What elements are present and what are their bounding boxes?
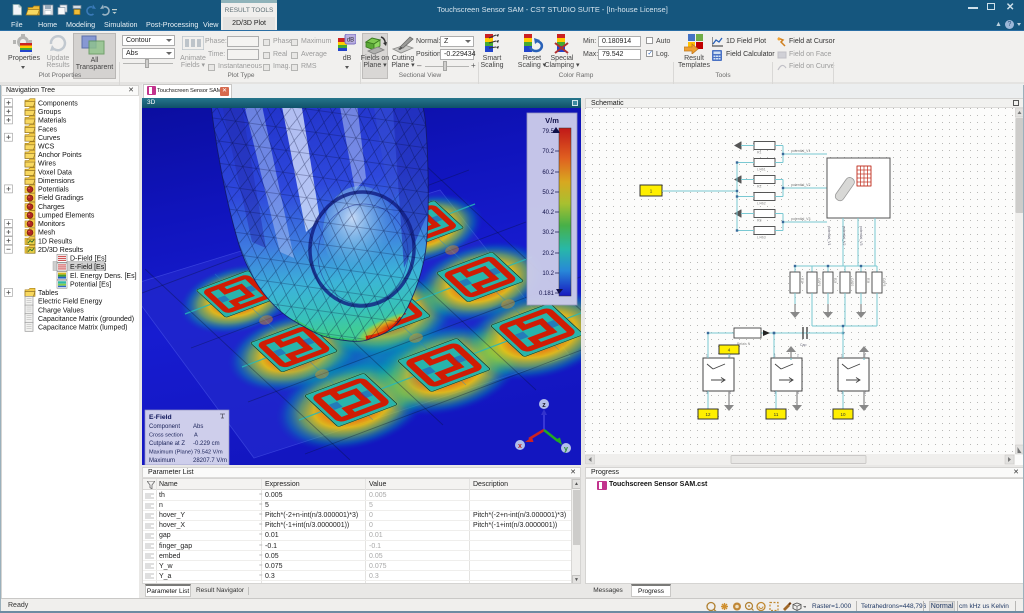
svg-text:potential_V1: potential_V1 [791, 149, 811, 153]
svg-text:R3f: R3f [866, 278, 870, 283]
svg-text:R2f: R2f [833, 278, 837, 283]
svg-text:Cap: Cap [800, 343, 806, 347]
svg-text:40.2: 40.2 [542, 210, 554, 216]
svg-text:R1f: R1f [800, 278, 804, 283]
svg-text:y: y [564, 446, 568, 453]
svg-text:E-Field [Es]: E-Field [Es] [70, 264, 106, 271]
svg-text:Potential [Es]: Potential [Es] [70, 281, 111, 288]
svg-text:10.2: 10.2 [542, 271, 554, 277]
svg-text:V/m: V/m [545, 116, 559, 125]
svg-text:L/4b2: L/4b2 [757, 202, 766, 206]
svg-text:R1: R1 [757, 151, 762, 155]
svg-text:Voxel Data: Voxel Data [38, 169, 72, 176]
svg-text:potential_V3: potential_V3 [859, 226, 863, 246]
svg-text:Component: Component [149, 424, 180, 430]
svg-text:Capacitance Matrix (grounded): Capacitance Matrix (grounded) [38, 316, 134, 323]
svg-text:30.2: 30.2 [542, 230, 554, 236]
svg-text:potential_V1: potential_V1 [827, 226, 831, 246]
svg-text:-0.229 cm: -0.229 cm [193, 441, 220, 447]
svg-text:Field Gradings: Field Gradings [38, 195, 84, 202]
svg-text:Tables: Tables [38, 290, 59, 297]
svg-text:0.181: 0.181 [539, 291, 555, 297]
svg-text:L/4b3: L/4b3 [757, 236, 766, 240]
svg-text:E-Field: E-Field [149, 414, 172, 421]
svg-text:Components: Components [38, 100, 78, 107]
svg-text:Anchor Points: Anchor Points [38, 152, 82, 159]
svg-text:Potentials: Potentials [38, 187, 69, 194]
svg-text:Mesh: Mesh [38, 230, 55, 237]
svg-text:A: A [194, 433, 198, 439]
svg-text:WCS: WCS [38, 144, 55, 151]
svg-text:dB: dB [347, 38, 354, 44]
svg-text:Groups: Groups [38, 109, 61, 116]
svg-text:R3: R3 [757, 219, 762, 223]
svg-text:El. Energy Dens. [Es]: El. Energy Dens. [Es] [70, 273, 137, 280]
svg-text:Monitors: Monitors [38, 221, 65, 228]
svg-text:potential_V3: potential_V3 [791, 217, 811, 221]
svg-text:potential_V2: potential_V2 [842, 226, 846, 246]
svg-text:28207.7 V/m: 28207.7 V/m [193, 458, 227, 464]
svg-text:CAP2: CAP2 [850, 278, 854, 287]
svg-text:L/4b1: L/4b1 [757, 168, 766, 172]
svg-text:Maximum: Maximum [149, 458, 175, 464]
svg-text:R2: R2 [757, 185, 762, 189]
svg-text:Lumped Elements: Lumped Elements [38, 213, 95, 220]
svg-text:Cutplane at Z: Cutplane at Z [149, 441, 185, 447]
svg-text:Materials: Materials [38, 118, 67, 125]
svg-text:Wires: Wires [38, 161, 56, 168]
svg-text:Abs: Abs [193, 424, 203, 430]
svg-text:20.2: 20.2 [542, 251, 554, 257]
svg-text:2: 2 [797, 354, 799, 358]
svg-text:70.2: 70.2 [542, 149, 554, 155]
svg-text:x: x [518, 443, 522, 450]
svg-text:D-Field [Es]: D-Field [Es] [70, 256, 107, 263]
svg-text:1: 1 [774, 354, 776, 358]
svg-text:Capacitance Matrix (lumped): Capacitance Matrix (lumped) [38, 325, 127, 332]
svg-text:z: z [542, 402, 546, 409]
svg-text:Maximum (Plane): Maximum (Plane) [149, 450, 193, 456]
svg-text:Cross section: Cross section [149, 433, 183, 439]
svg-text:potential_V2: potential_V2 [791, 183, 811, 187]
svg-text:CAP1: CAP1 [817, 278, 821, 287]
svg-text:Dimensions: Dimensions [38, 178, 75, 185]
svg-text:11: 11 [774, 412, 779, 417]
svg-text:2: 2 [729, 354, 731, 358]
svg-text:50.2: 50.2 [542, 190, 554, 196]
svg-text:Electric Field Energy: Electric Field Energy [38, 299, 103, 306]
svg-text:79.542 V/m: 79.542 V/m [194, 450, 223, 456]
svg-text:2D/3D Results: 2D/3D Results [38, 247, 84, 254]
svg-text:60.2: 60.2 [542, 170, 554, 176]
svg-text:10: 10 [840, 412, 846, 417]
svg-text:Charge Values: Charge Values [38, 307, 84, 314]
svg-text:CAP3: CAP3 [882, 278, 886, 287]
svg-text:Faces: Faces [38, 126, 58, 133]
svg-text:Curves: Curves [38, 135, 61, 142]
svg-text:12: 12 [705, 412, 711, 417]
svg-text:1D Results: 1D Results [38, 238, 73, 245]
svg-text:Charges: Charges [38, 204, 65, 211]
